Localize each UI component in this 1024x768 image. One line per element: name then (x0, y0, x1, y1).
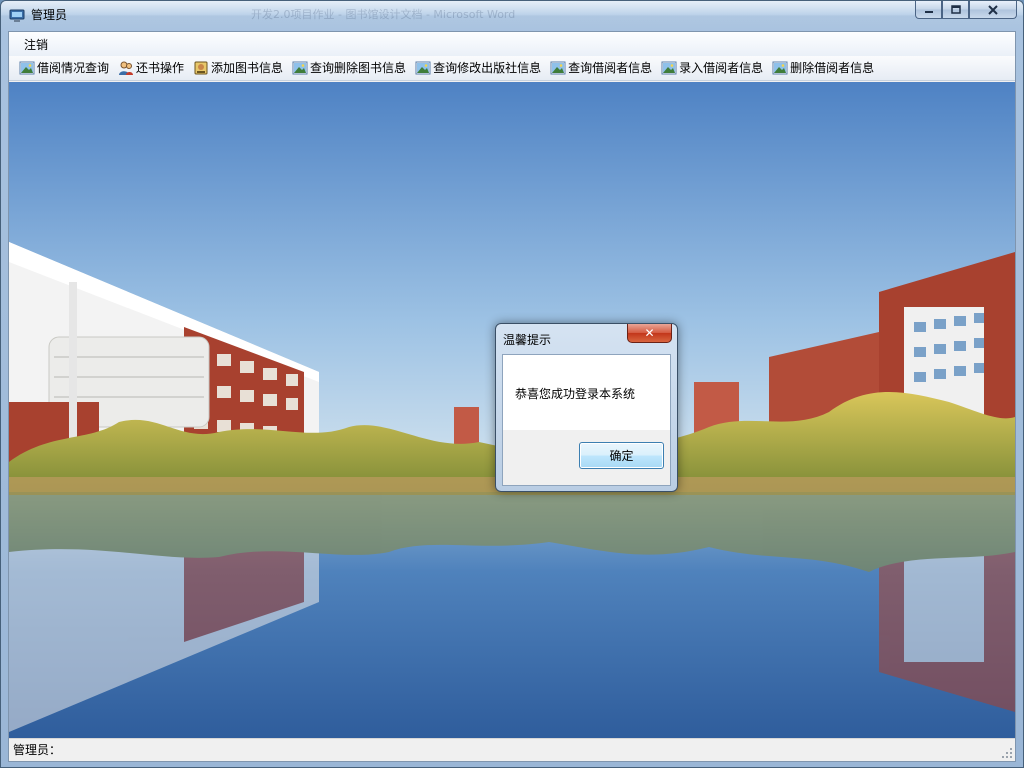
toolbar-return-book[interactable]: 还书操作 (118, 60, 184, 76)
toolbar-label: 查询修改出版社信息 (433, 61, 542, 75)
toolbar-label: 借阅情况查询 (37, 61, 110, 75)
toolbar-query-delete-book[interactable]: 查询删除图书信息 (292, 60, 406, 76)
minimize-button[interactable] (915, 1, 942, 19)
close-icon (988, 4, 998, 15)
add-book-icon (194, 61, 208, 75)
toolbar-label: 查询借阅者信息 (568, 61, 653, 75)
dialog-body: 恭喜您成功登录本系统 确定 (502, 354, 671, 486)
minimize-icon (924, 10, 933, 13)
close-icon: ✕ (644, 326, 655, 340)
toolbar-delete-borrower[interactable]: 删除借阅者信息 (772, 60, 874, 76)
picture-icon (661, 61, 677, 75)
toolbar-add-borrower[interactable]: 录入借阅者信息 (661, 60, 763, 76)
users-icon (119, 61, 134, 75)
menu-item-logout[interactable]: 注销 (17, 35, 55, 55)
toolbar-borrow-query[interactable]: 借阅情况查询 (19, 60, 109, 76)
maximize-icon (950, 4, 961, 14)
toolbar-query-borrower[interactable]: 查询借阅者信息 (550, 60, 652, 76)
message-dialog: 温馨提示 ✕ 恭喜您成功登录本系统 确定 (495, 323, 678, 492)
picture-icon (292, 61, 308, 75)
resize-grip-icon[interactable] (1001, 747, 1013, 759)
ok-button[interactable]: 确定 (579, 442, 664, 469)
caption-buttons (915, 1, 1017, 21)
window-title: 管理员 (31, 8, 68, 22)
toolbar-label: 还书操作 (136, 61, 185, 75)
toolbar-label: 删除借阅者信息 (790, 61, 875, 75)
computer-icon (9, 9, 25, 22)
toolbar: 借阅情况查询 还书操作 添加图书信息 查询删除图书信息 查询修改出版社信息 查询… (9, 56, 1015, 81)
close-button[interactable] (969, 1, 1017, 19)
toolbar-query-edit-publisher[interactable]: 查询修改出版社信息 (415, 60, 541, 76)
toolbar-add-book[interactable]: 添加图书信息 (193, 60, 283, 76)
dialog-footer: 确定 (503, 430, 670, 485)
status-bar: 管理员： (9, 738, 1015, 761)
toolbar-label: 录入借阅者信息 (679, 61, 764, 75)
toolbar-label: 查询删除图书信息 (310, 61, 407, 75)
picture-icon (772, 61, 788, 75)
picture-icon (19, 61, 35, 75)
picture-icon (415, 61, 431, 75)
background-window-title: 开发2.0项目作业 - 图书馆设计文档 - Microsoft Word (251, 8, 516, 21)
toolbar-label: 添加图书信息 (211, 61, 284, 75)
title-bar[interactable]: 开发2.0项目作业 - 图书馆设计文档 - Microsoft Word 管理员 (1, 1, 1023, 31)
status-user-label: 管理员： (13, 743, 62, 757)
picture-icon (550, 61, 566, 75)
dialog-message: 恭喜您成功登录本系统 (515, 387, 636, 401)
dialog-title: 温馨提示 (503, 333, 552, 347)
maximize-button[interactable] (942, 1, 969, 19)
dialog-close-button[interactable]: ✕ (627, 324, 672, 343)
menu-bar: 注销 (9, 32, 1015, 56)
